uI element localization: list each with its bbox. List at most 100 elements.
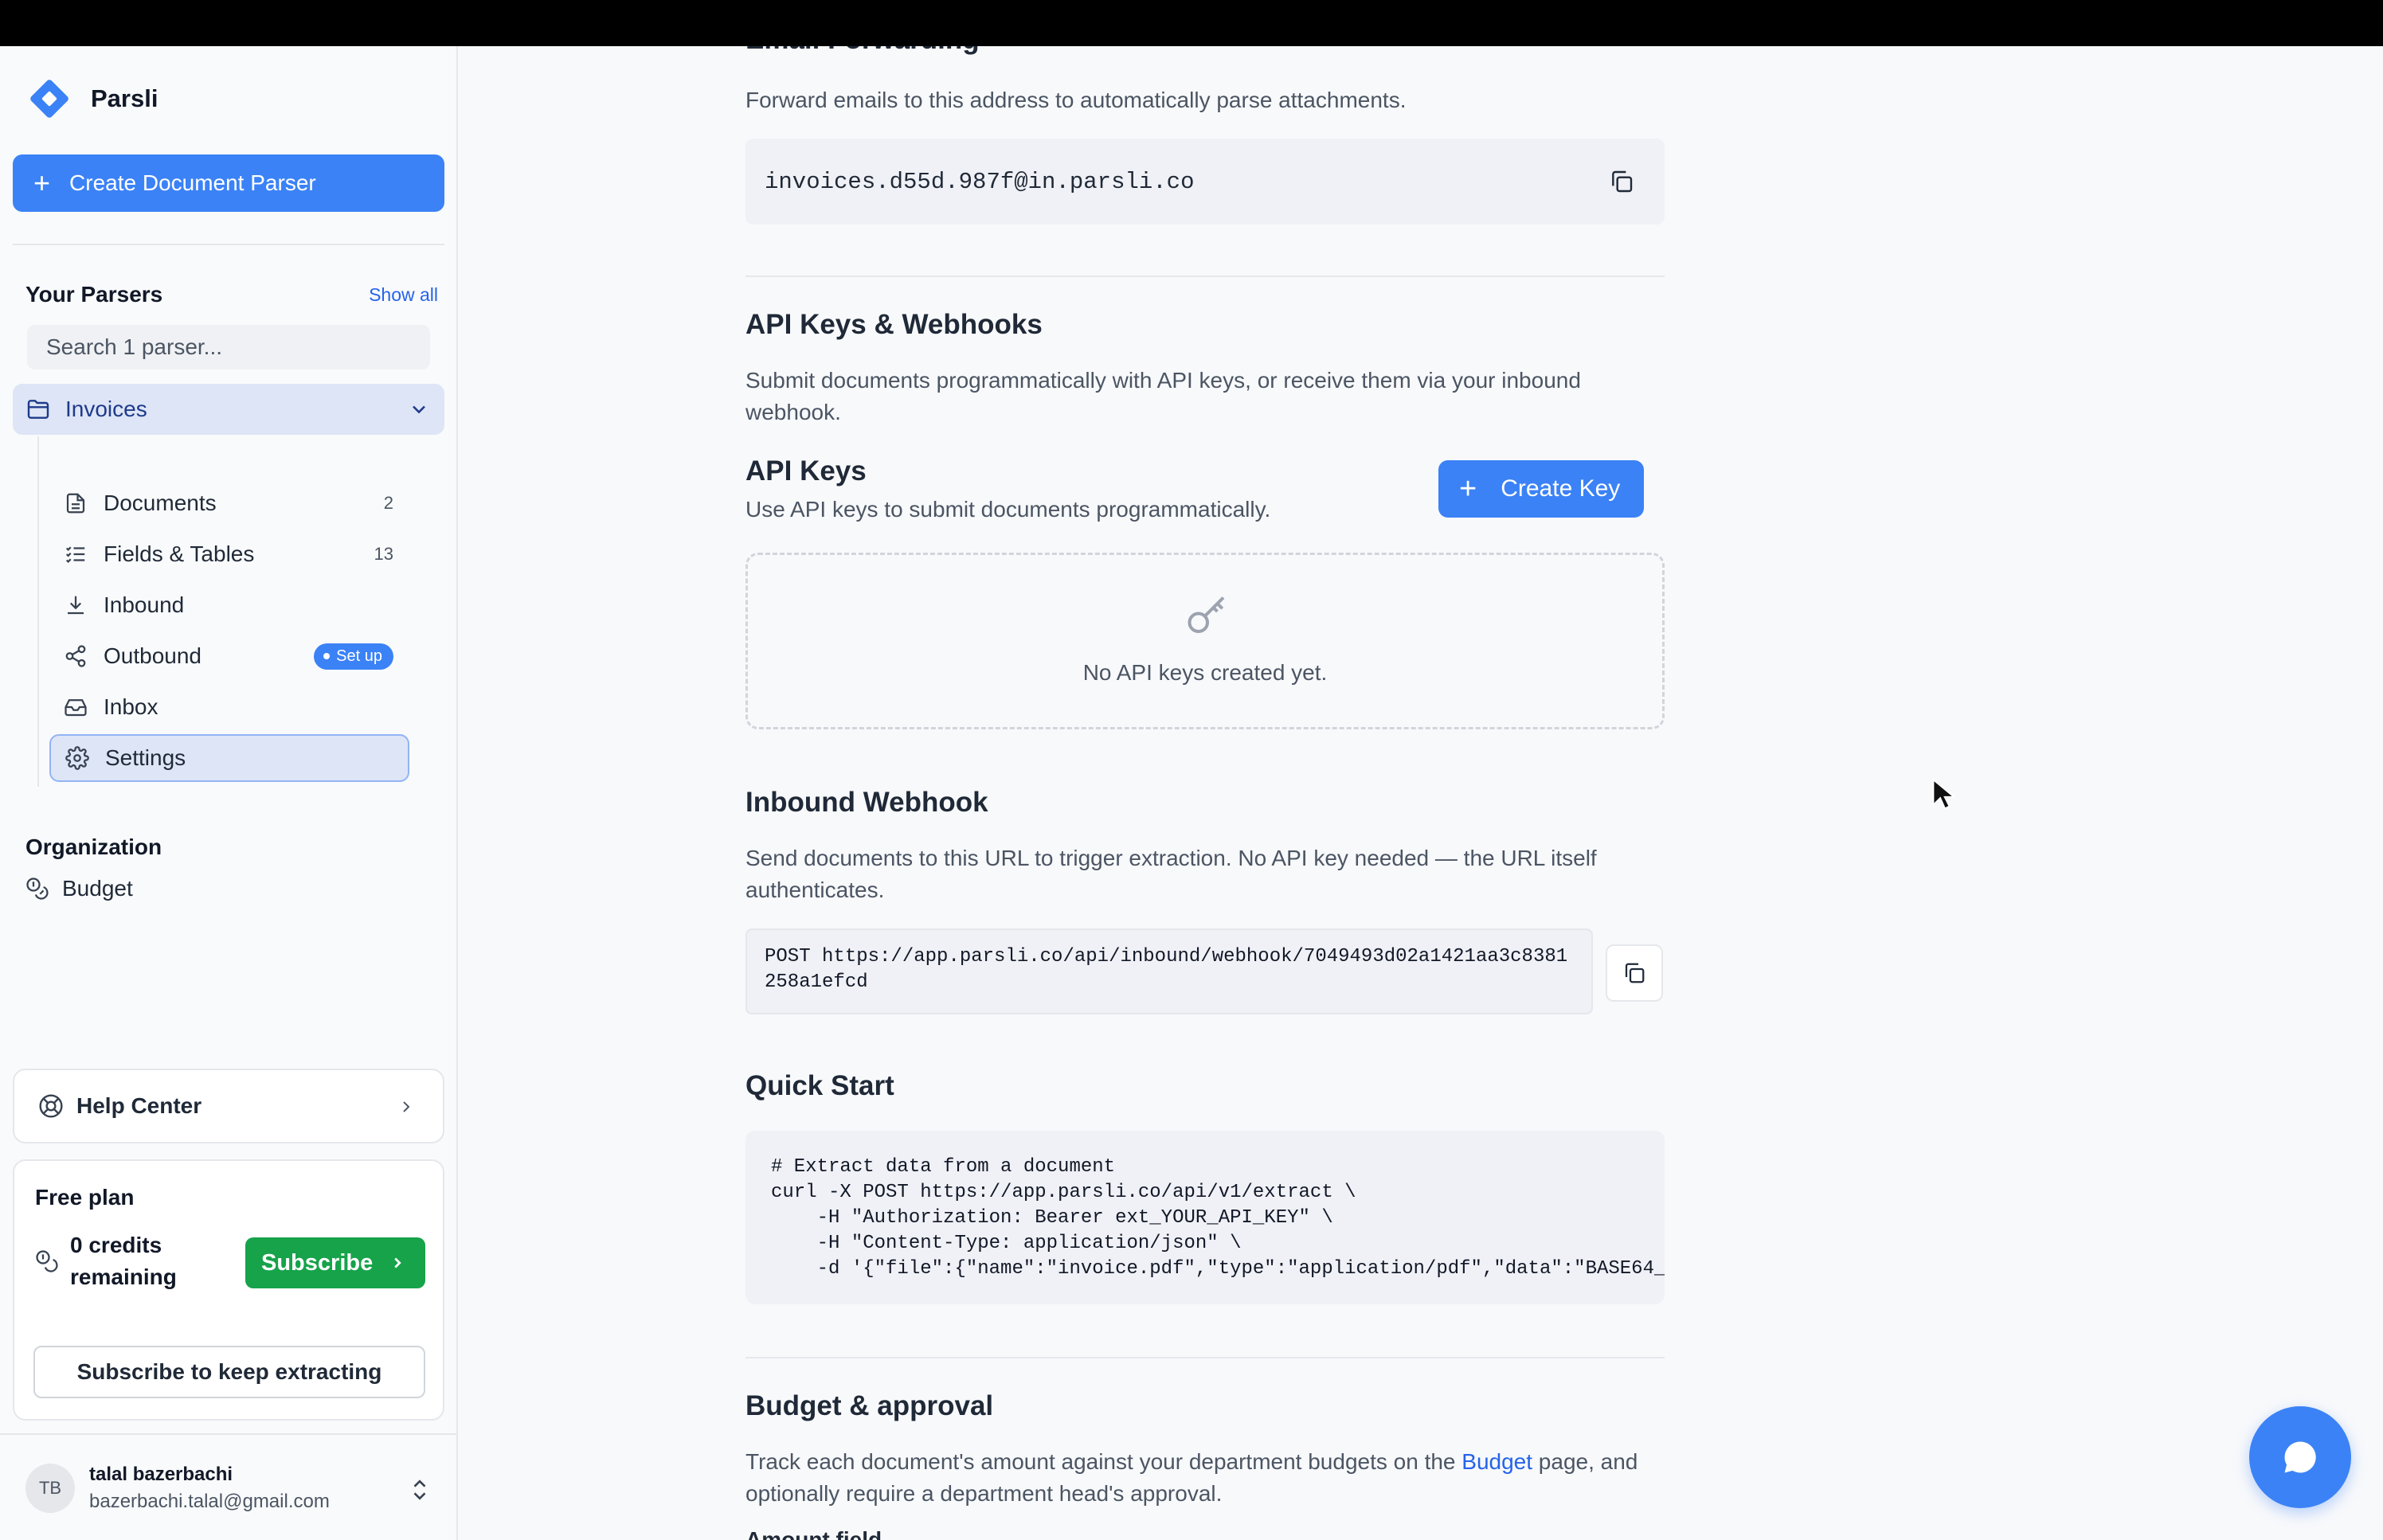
gear-icon [65,746,89,770]
chevron-right-icon [394,1257,401,1268]
help-center-label: Help Center [76,1093,202,1118]
sidebar-item-outbound[interactable]: Outbound Set up [49,632,409,680]
api-keys-title: API Keys [745,455,867,487]
sidebar-item-fields-tables[interactable]: Fields & Tables 13 [49,530,409,578]
parser-item-invoices[interactable]: Invoices [13,384,444,435]
nav-label: Outbound [104,643,202,668]
nav-label: Settings [105,745,186,770]
sidebar-item-settings[interactable]: Settings [49,734,409,782]
section-divider [745,1357,1665,1358]
amount-field-label: Amount field [745,1527,882,1540]
create-key-button[interactable]: + Create Key [1438,460,1644,518]
user-info: talal bazerbachi bazerbachi.talal@gmail.… [89,1464,330,1513]
sidebar-divider [13,244,444,245]
plan-card: Free plan 0 credits remaining Subscribe … [13,1159,444,1421]
subscribe-button[interactable]: Subscribe [245,1237,425,1288]
quick-start-code: # Extract data from a document curl -X P… [745,1131,1665,1304]
empty-state-text: No API keys created yet. [1082,660,1328,685]
show-all-link[interactable]: Show all [369,284,438,306]
inbox-icon [65,699,87,717]
forwarding-address-field[interactable]: invoices.d55d.987f@in.parsli.co [745,139,1665,225]
credits-info: 0 credits remaining [35,1229,198,1293]
quick-start-title: Quick Start [745,1070,894,1101]
setup-badge[interactable]: Set up [314,643,393,670]
chat-launcher-button[interactable] [2249,1406,2351,1508]
sidebar-item-inbound[interactable]: Inbound [49,581,409,629]
api-keys-webhooks-title: API Keys & Webhooks [745,309,1043,340]
window-top-bar [0,0,2383,46]
sidebar-item-inbox[interactable]: Inbox [49,683,409,731]
create-parser-label: Create Document Parser [69,170,316,195]
budget-page-link[interactable]: Budget [1461,1449,1532,1474]
chat-bubble-icon [2284,1441,2316,1473]
budget-label: Budget [62,876,133,901]
plan-title: Free plan [35,1185,135,1210]
api-keys-desc: Use API keys to submit documents program… [745,497,1271,522]
api-keys-webhooks-desc: Submit documents programmatically with A… [745,368,1581,424]
share-icon [65,645,86,667]
webhook-url-line-2: 258a1efcd [765,971,868,993]
list-check-icon [65,546,85,563]
settings-main: Email Forwarding Forward emails to this … [460,46,2383,1540]
budget-approval-desc: Track each document's amount against you… [745,1446,1665,1510]
coins-icon [36,1250,58,1272]
budget-desc-before: Track each document's amount against you… [745,1449,1462,1474]
mouse-cursor-icon [1932,777,1955,811]
api-keys-empty-state: No API keys created yet. [745,553,1665,729]
copy-icon [1625,963,1645,983]
subscribe-keep-extracting-button[interactable]: Subscribe to keep extracting [33,1346,425,1398]
nav-label: Documents [104,491,217,515]
coins-icon [26,877,49,900]
budget-approval-title: Budget & approval [745,1390,994,1421]
forwarding-address: invoices.d55d.987f@in.parsli.co [765,168,1195,195]
user-name: talal bazerbachi [89,1464,233,1485]
plus-icon: + [33,166,51,199]
sidebar-item-budget[interactable]: Budget [25,866,133,911]
copy-icon[interactable] [1609,169,1634,194]
brand[interactable]: Parsli [25,75,158,123]
nav-label: Fields & Tables [104,541,255,566]
chevrons-up-down-icon[interactable] [409,1476,430,1503]
user-menu[interactable]: TB talal bazerbachi bazerbachi.talal@gma… [25,1464,330,1513]
key-icon [1188,596,1225,633]
fields-count: 13 [374,544,393,564]
help-center-button[interactable]: Help Center [13,1069,444,1143]
chevron-down-icon[interactable] [408,398,430,420]
user-email: bazerbachi.talal@gmail.com [89,1491,330,1512]
subscribe-label: Subscribe [261,1249,374,1276]
dot-icon [323,653,331,659]
chevron-right-icon [403,1101,410,1112]
avatar: TB [25,1464,75,1513]
parsers-header: Your Parsers Show all [25,282,438,307]
parser-label: Invoices [65,397,147,421]
parsers-title: Your Parsers [25,282,163,307]
section-divider [745,276,1665,277]
plus-icon: + [1459,472,1477,506]
documents-count: 2 [383,493,393,513]
brand-name: Parsli [91,84,158,112]
nav-label: Inbound [104,592,185,617]
user-divider [0,1433,458,1435]
sidebar-item-documents[interactable]: Documents 2 [49,479,409,527]
download-icon [68,596,84,615]
parsli-logo-icon [30,80,68,118]
inbound-webhook-title: Inbound Webhook [745,787,988,818]
setup-label: Set up [336,647,382,665]
organization-title: Organization [25,834,162,859]
webhook-url-line-1: POST https://app.parsli.co/api/inbound/w… [765,946,1568,967]
parser-search-input[interactable] [27,325,430,369]
create-key-label: Create Key [1501,475,1621,502]
email-forwarding-desc: Forward emails to this address to automa… [745,88,1407,112]
lifebuoy-icon [39,1094,63,1118]
copy-webhook-button[interactable] [1606,944,1663,1002]
tree-line [37,436,39,787]
inbound-webhook-desc: Send documents to this URL to trigger ex… [745,846,1597,902]
webhook-url-field[interactable]: POST https://app.parsli.co/api/inbound/w… [745,928,1593,1014]
email-forwarding-title: Email Forwarding [745,46,980,56]
nav-label: Inbox [104,694,158,719]
document-icon [66,493,85,514]
folder-icon [27,400,49,419]
credits-text: 0 credits remaining [70,1233,177,1289]
sidebar: Parsli + Create Document Parser Your Par… [0,46,458,1540]
create-document-parser-button[interactable]: + Create Document Parser [13,154,444,212]
